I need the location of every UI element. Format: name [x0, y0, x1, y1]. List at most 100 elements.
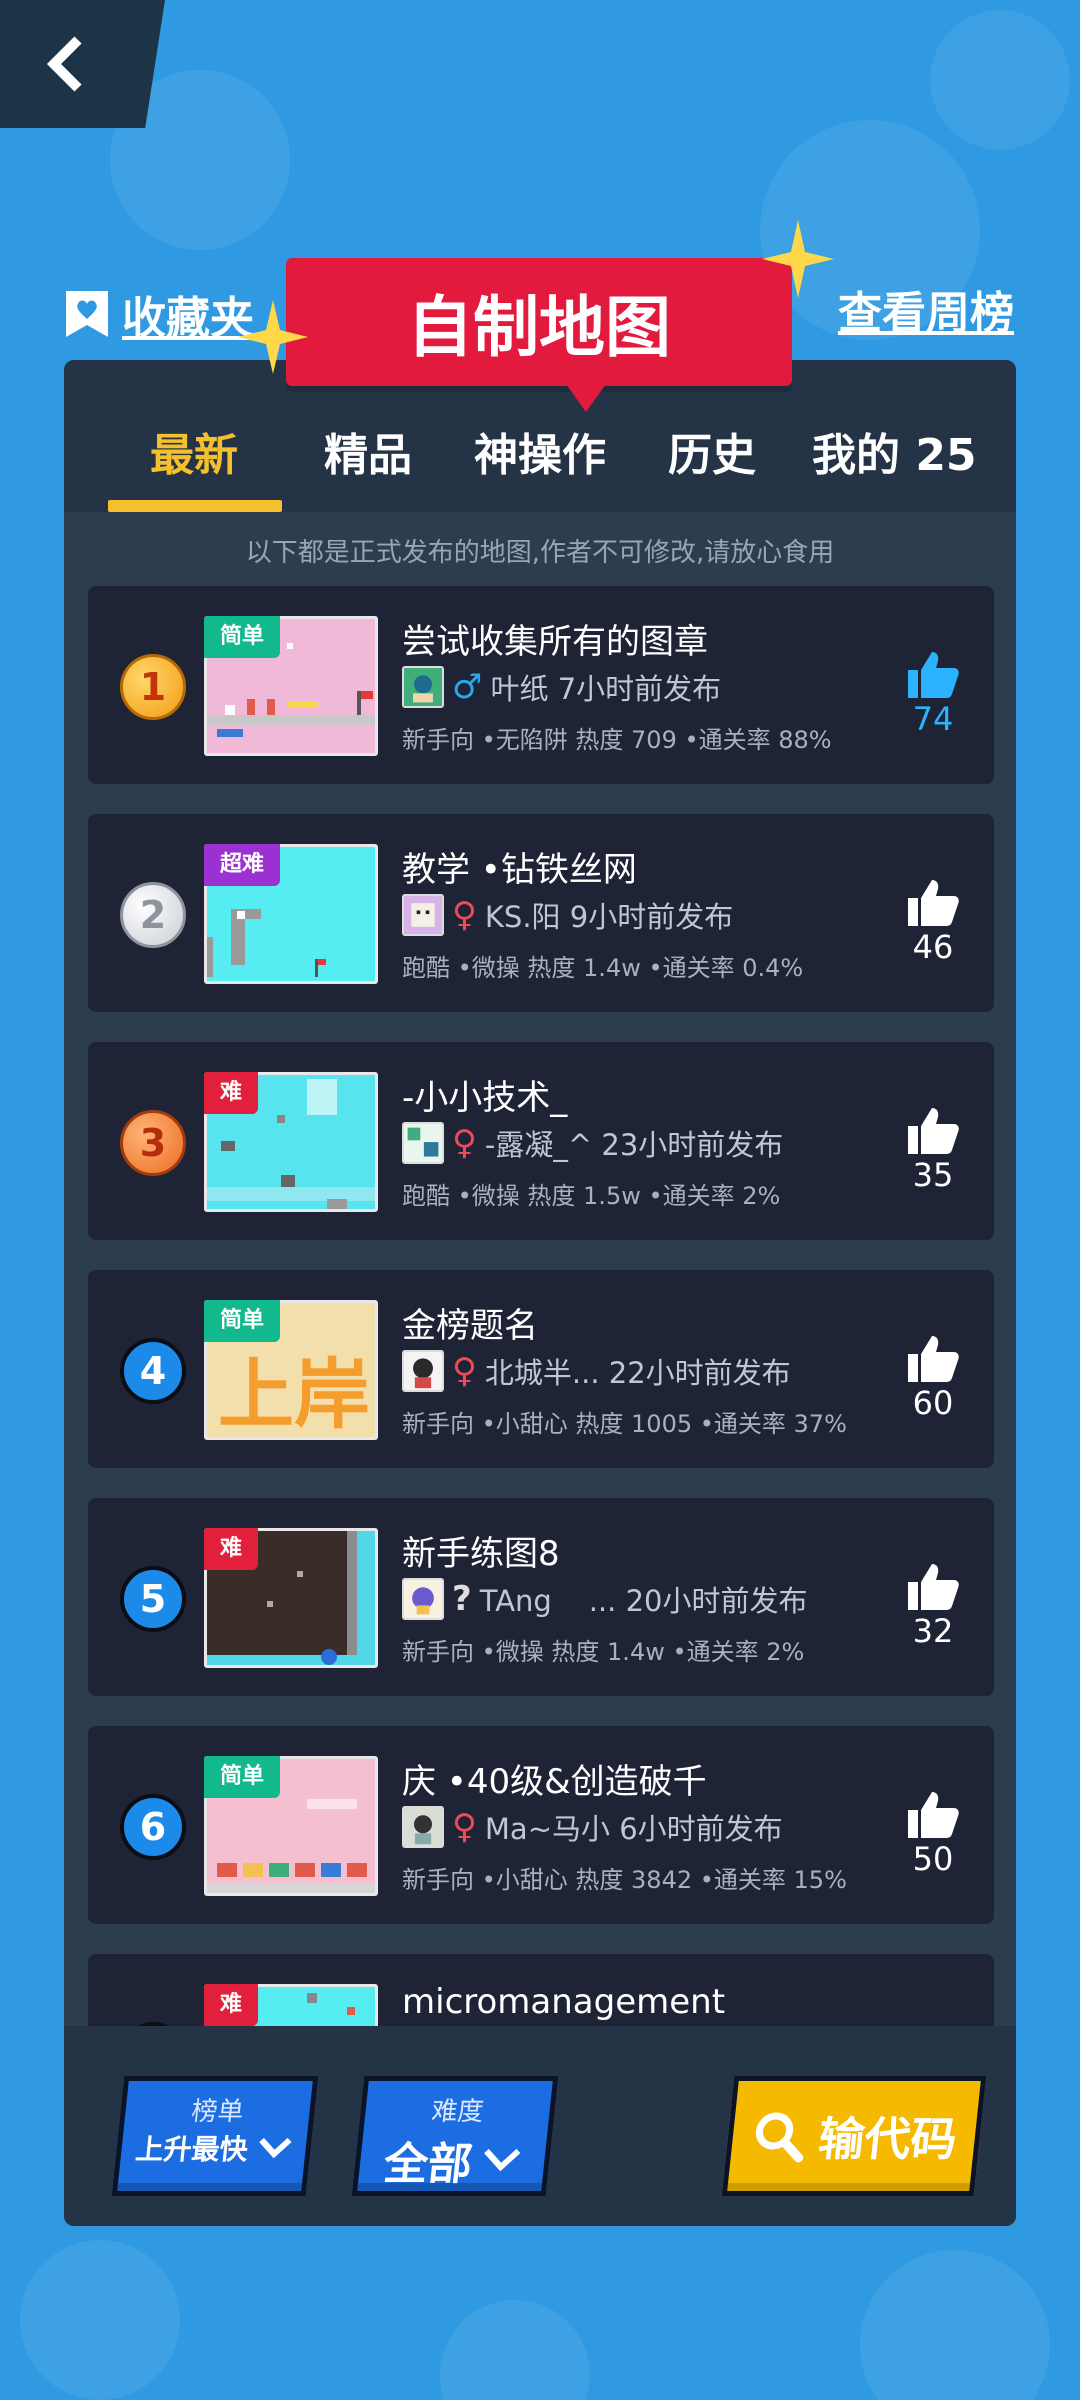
map-title: micromanagement: [402, 1982, 726, 2022]
map-title: 教学 •钻铁丝网: [402, 850, 637, 890]
author-and-time[interactable]: Ma~马小 6小时前发布: [485, 1806, 783, 1848]
gender-female-icon: ♀: [452, 895, 477, 935]
difficulty-badge: 简单: [204, 616, 281, 658]
page-title: 自制地图: [286, 258, 792, 412]
weekly-ranking-link[interactable]: 查看周榜: [838, 282, 1014, 346]
sparkle-star-icon: [762, 220, 834, 298]
avatar: [402, 894, 444, 936]
like-count: 60: [912, 1384, 954, 1422]
thumbs-up-icon: [908, 880, 959, 926]
like-button[interactable]: 74: [900, 650, 966, 738]
author-and-time[interactable]: 北城半... 22小时前发布: [485, 1350, 791, 1392]
gender-unknown-icon: ?: [452, 1579, 472, 1619]
map-row[interactable]: 4 上岸 简单 金榜题名 ♀ 北城半... 22小时前发布 新手向 •小甜心 热…: [88, 1270, 994, 1468]
avatar: [402, 666, 444, 708]
like-button[interactable]: 32: [900, 1562, 966, 1650]
tab-history[interactable]: 历史: [668, 416, 756, 496]
thumbnail-text: 上岸: [218, 1350, 370, 1439]
rank-medal-silver: 2: [120, 882, 186, 948]
gender-female-icon: ♀: [452, 1123, 477, 1163]
like-count: 46: [912, 928, 954, 966]
rank-number: 5: [120, 1566, 186, 1632]
thumbs-up-icon: [908, 1564, 959, 1610]
author-and-time[interactable]: KS.阳 9小时前发布: [485, 894, 733, 936]
difficulty-dropdown[interactable]: 难度 全部: [351, 2076, 559, 2196]
rank-medal-gold: 1: [120, 654, 186, 720]
sort-value-row: 上升最快: [120, 2128, 308, 2168]
map-meta: 跑酷 •微操 热度 1.5w •通关率 2%: [402, 1182, 781, 1210]
like-count: 74: [912, 700, 954, 738]
map-row[interactable]: 6 简单 庆 •40级&创造破千 ♀ Ma~马小 6小时前发布 新手向 •小甜心…: [88, 1726, 994, 1924]
map-meta: 跑酷 •微操 热度 1.4w •通关率 0.4%: [402, 954, 804, 982]
thumbs-up-icon: [908, 1792, 959, 1838]
rank-medal-bronze: 3: [120, 1110, 186, 1176]
map-row[interactable]: 5 难 新手练图8 ? TAng ... 20小时前发布 新手向 •微操 热度 …: [88, 1498, 994, 1696]
map-title: -小小技术_: [402, 1078, 568, 1118]
bottom-bar: 榜单 上升最快 难度 全部 输代码: [64, 2026, 1016, 2226]
difficulty-badge: 难: [204, 1528, 259, 1570]
chevron-left-icon: [46, 36, 82, 92]
chevron-down-icon: [259, 2137, 292, 2159]
favorites-label: 收藏夹: [122, 293, 254, 344]
avatar: [402, 1122, 444, 1164]
like-button[interactable]: 35: [900, 1106, 966, 1194]
enter-code-label: 输代码: [815, 2112, 960, 2166]
like-button[interactable]: 60: [900, 1334, 966, 1422]
tab-premium[interactable]: 精品: [324, 416, 412, 496]
tab-mine[interactable]: 我的 25: [812, 416, 977, 496]
avatar: [402, 1578, 444, 1620]
map-row[interactable]: 3 难 -小小技术_ ♀ -露凝_^ 23小时前发布 跑酷 •微操 热度 1.5…: [88, 1042, 994, 1240]
difficulty-badge: 简单: [204, 1756, 281, 1798]
author-line: ♂ 叶纸 7小时前发布: [402, 664, 721, 710]
notice-text: 以下都是正式发布的地图,作者不可修改,请放心食用: [245, 538, 835, 568]
sort-dropdown[interactable]: 榜单 上升最快: [111, 2076, 319, 2196]
map-row[interactable]: 2 超难 教学 •钻铁丝网 ♀ KS.阳 9小时前发布 跑酷 •微操 热度 1.…: [88, 814, 994, 1012]
difficulty-value-row: 全部: [357, 2128, 548, 2192]
tab-god-operation[interactable]: 神操作: [474, 416, 606, 496]
difficulty-label: 难度: [429, 2097, 486, 2127]
like-count: 32: [912, 1612, 954, 1650]
tab-latest[interactable]: 最新: [150, 416, 238, 496]
search-icon: [755, 2112, 804, 2163]
map-row[interactable]: 1 简单 尝试收集所有的图章 ♂ 叶纸 7小时前发布 新手向 •无陷阱 热度 7…: [88, 586, 994, 784]
active-tab-indicator: [108, 500, 282, 512]
like-button[interactable]: 46: [900, 878, 966, 966]
difficulty-badge: 简单: [204, 1300, 281, 1342]
bookmark-heart-icon: [66, 291, 108, 337]
difficulty-badge: 超难: [204, 844, 281, 886]
author-line: ♀ KS.阳 9小时前发布: [402, 892, 733, 938]
author-line: ♀ -露凝_^ 23小时前发布: [402, 1120, 783, 1166]
map-meta: 新手向 •小甜心 热度 3842 •通关率 15%: [402, 1866, 847, 1894]
author-line: ? TAng ... 20小时前发布: [402, 1576, 807, 1622]
gender-female-icon: ♀: [452, 1807, 477, 1847]
sort-value: 上升最快: [133, 2133, 250, 2166]
map-meta: 新手向 •小甜心 热度 1005 •通关率 37%: [402, 1410, 847, 1438]
thumbs-up-icon: [908, 1108, 959, 1154]
thumbs-up-icon: [908, 652, 959, 698]
author-and-time[interactable]: TAng ... 20小时前发布: [480, 1578, 808, 1620]
rank-number: 6: [120, 1794, 186, 1860]
gender-male-icon: ♂: [452, 667, 483, 707]
map-meta: 新手向 •微操 热度 1.4w •通关率 2%: [402, 1638, 805, 1666]
author-line: ♀ 北城半... 22小时前发布: [402, 1348, 791, 1394]
avatar: [402, 1806, 444, 1848]
sparkle-star-icon: [238, 300, 308, 374]
author-and-time[interactable]: -露凝_^ 23小时前发布: [485, 1122, 783, 1164]
map-meta: 新手向 •无陷阱 热度 709 •通关率 88%: [402, 726, 832, 754]
rank-number: 4: [120, 1338, 186, 1404]
like-count: 35: [912, 1156, 954, 1194]
sort-label: 榜单: [189, 2097, 246, 2127]
author-line: ♀ Ma~马小 6小时前发布: [402, 1804, 783, 1850]
difficulty-badge: 难: [204, 1984, 259, 2026]
favorites-link[interactable]: 收藏夹: [64, 282, 254, 346]
like-count: 50: [912, 1840, 954, 1878]
map-list-panel: 最新 精品 神操作 历史 我的 25 以下都是正式发布的地图,作者不可修改,请放…: [64, 360, 1016, 2226]
author-and-time[interactable]: 叶纸 7小时前发布: [490, 666, 721, 708]
enter-code-button[interactable]: 输代码: [721, 2076, 987, 2196]
map-title: 金榜题名: [402, 1306, 538, 1346]
like-button[interactable]: 50: [900, 1790, 966, 1878]
difficulty-badge: 难: [204, 1072, 259, 1114]
thumbs-up-icon: [908, 1336, 959, 1382]
difficulty-value: 全部: [381, 2139, 475, 2190]
back-button[interactable]: [0, 0, 165, 128]
